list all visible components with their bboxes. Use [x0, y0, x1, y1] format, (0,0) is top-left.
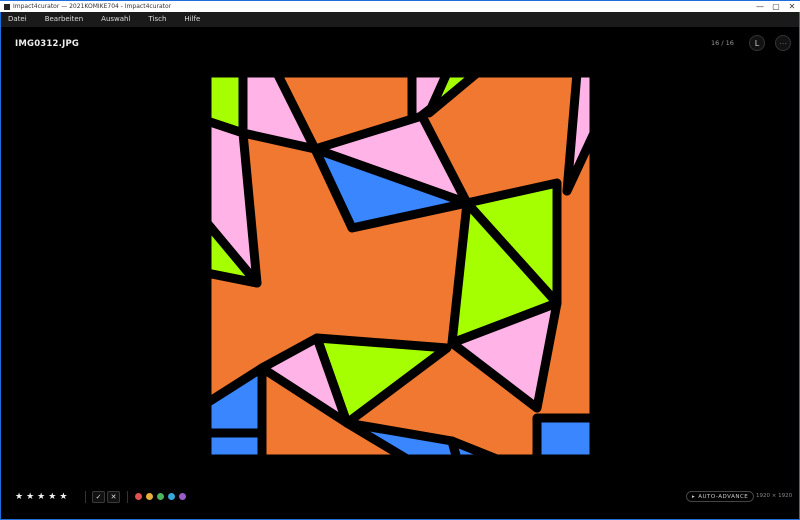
- menu-hilfe[interactable]: Hilfe: [175, 12, 209, 27]
- color-label-red[interactable]: [135, 493, 142, 500]
- accept-button[interactable]: ✓: [92, 491, 105, 503]
- star-icon[interactable]: ★: [26, 492, 34, 502]
- menu-auswahl[interactable]: Auswahl: [92, 12, 139, 27]
- menu-datei[interactable]: Datei: [1, 12, 36, 27]
- divider: [127, 491, 128, 503]
- color-label-green[interactable]: [157, 493, 164, 500]
- close-button[interactable]: ✕: [784, 1, 800, 13]
- star-rating: ★ ★ ★ ★ ★: [15, 492, 67, 502]
- file-name: IMG0312.JPG: [15, 39, 80, 49]
- color-label-yellow[interactable]: [146, 493, 153, 500]
- title-bar: Impact4curator — 2021KOMIKE704 - Impact4…: [0, 0, 800, 12]
- menu-bearbeiten[interactable]: Bearbeiten: [36, 12, 92, 27]
- image-viewer: IMG0312.JPG 16 / 16 L ⋯ ★ ★ ★ ★ ★ ✓ ✕ ▸ …: [0, 27, 800, 520]
- app-icon: [4, 3, 10, 10]
- minimize-button[interactable]: —: [752, 1, 768, 13]
- image-dimensions: 1920 × 1920: [756, 493, 793, 499]
- triangle-pattern-image: [207, 73, 594, 459]
- auto-advance-label: AUTO-ADVANCE: [698, 493, 749, 500]
- image-shape: [207, 428, 267, 459]
- menu-bar: Datei Bearbeiten Auswahl Tisch Hilfe: [0, 12, 800, 27]
- reject-button[interactable]: ✕: [107, 491, 120, 503]
- loupe-button[interactable]: L: [749, 35, 765, 51]
- star-icon[interactable]: ★: [37, 492, 45, 502]
- more-options-button[interactable]: ⋯: [775, 35, 791, 51]
- image-shape: [532, 413, 594, 459]
- play-icon: ▸: [692, 493, 696, 500]
- star-icon[interactable]: ★: [59, 492, 67, 502]
- color-label-blue[interactable]: [168, 493, 175, 500]
- maximize-button[interactable]: ▢: [768, 1, 784, 13]
- star-icon[interactable]: ★: [15, 492, 23, 502]
- window-controls: — ▢ ✕: [752, 1, 800, 13]
- preview-image: [207, 73, 594, 459]
- image-counter: 16 / 16: [711, 39, 734, 47]
- color-label-purple[interactable]: [179, 493, 186, 500]
- divider: [85, 491, 86, 503]
- menu-tisch[interactable]: Tisch: [139, 12, 175, 27]
- star-icon[interactable]: ★: [48, 492, 56, 502]
- window-title: Impact4curator — 2021KOMIKE704 - Impact4…: [13, 3, 172, 10]
- bottom-toolbar: ★ ★ ★ ★ ★ ✓ ✕ ▸ AUTO-ADVANCE 1920 × 1920: [1, 489, 799, 505]
- auto-advance-toggle[interactable]: ▸ AUTO-ADVANCE: [686, 491, 755, 502]
- color-labels: [135, 493, 186, 500]
